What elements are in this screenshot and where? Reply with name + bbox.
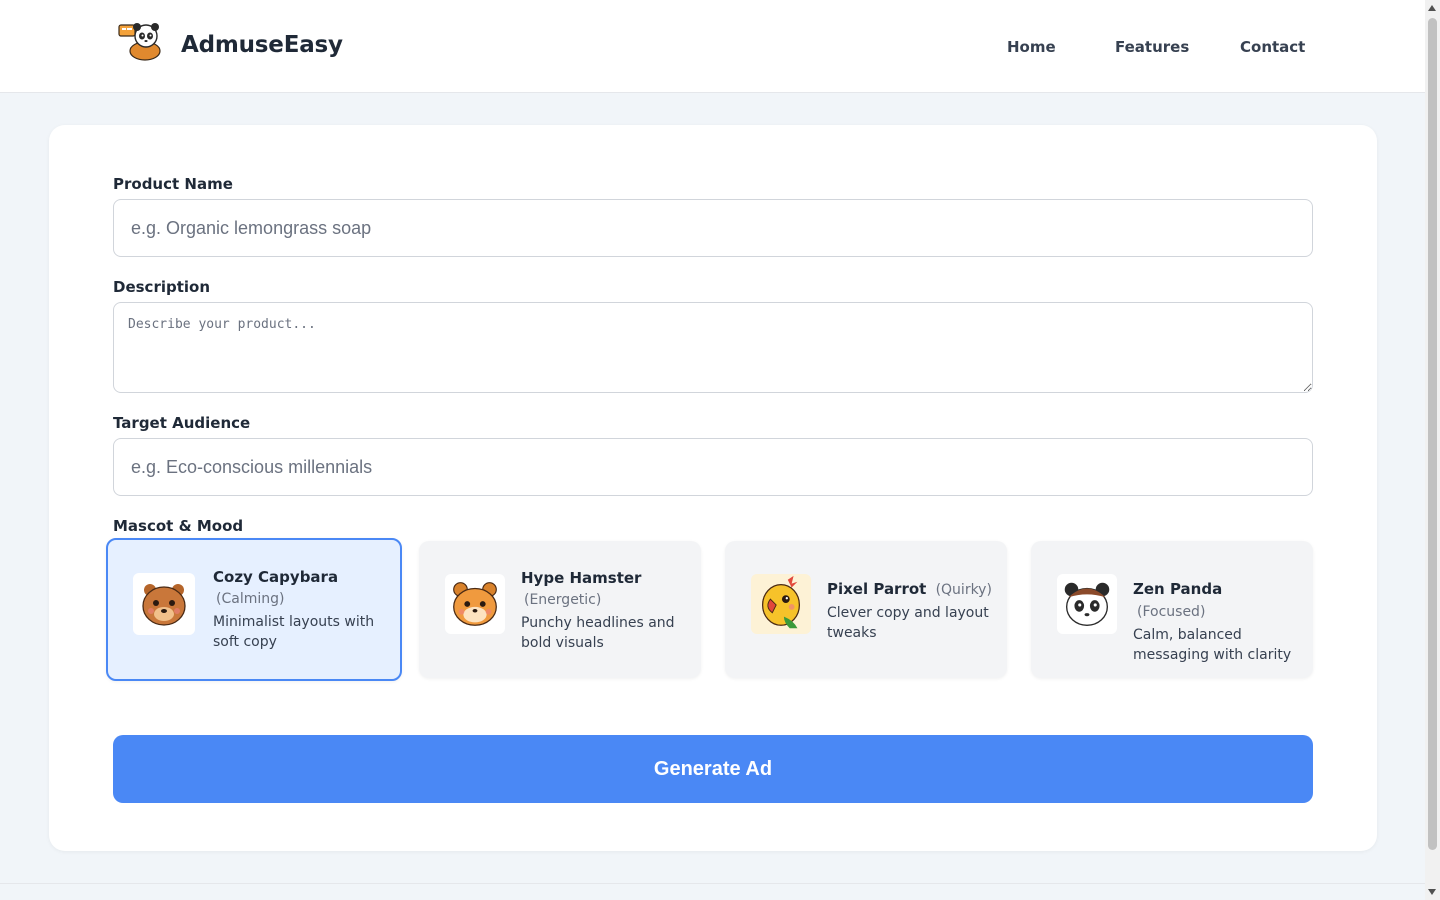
- description-textarea[interactable]: [113, 302, 1313, 393]
- mascot-mood: (Quirky): [935, 582, 992, 598]
- ad-generator-form-card: Product Name Description Target Audience…: [49, 125, 1377, 851]
- parrot-icon: [751, 574, 811, 634]
- mascot-info: Cozy Capybara (Calming) Minimalist layou…: [213, 566, 386, 652]
- mascot-name: Zen Panda: [1133, 580, 1223, 598]
- scroll-up-arrow-icon[interactable]: [1428, 5, 1436, 11]
- product-name-input[interactable]: [113, 199, 1313, 257]
- mascot-title-line: Zen Panda (Focused): [1133, 578, 1299, 623]
- footer-divider: [0, 883, 1425, 884]
- scroll-down-arrow-icon[interactable]: [1428, 889, 1436, 895]
- nav-contact-link[interactable]: Contact: [1240, 38, 1305, 56]
- mascot-description: Clever copy and layout tweaks: [827, 605, 989, 641]
- mascot-mood-label: Mascot & Mood: [113, 517, 244, 535]
- mascot-option-pixel-parrot[interactable]: Pixel Parrot (Quirky) Clever copy and la…: [725, 541, 1007, 678]
- product-name-label: Product Name: [113, 175, 233, 193]
- mascot-description: Minimalist layouts with soft copy: [213, 614, 375, 650]
- mascot-info: Pixel Parrot (Quirky) Clever copy and la…: [827, 578, 993, 643]
- mascot-name: Cozy Capybara: [213, 568, 339, 586]
- target-audience-label: Target Audience: [113, 414, 251, 432]
- nav-home-link[interactable]: Home: [1007, 38, 1056, 56]
- panda-icon: [1057, 574, 1117, 634]
- mascot-name: Pixel Parrot: [827, 580, 927, 598]
- mascot-description: Punchy headlines and bold visuals: [521, 615, 675, 651]
- nav-features-link[interactable]: Features: [1115, 38, 1189, 56]
- mascot-mood: (Calming): [216, 591, 285, 607]
- site-header: AdmuseEasy Home Features Contact: [0, 0, 1425, 93]
- scrollbar-thumb[interactable]: [1428, 18, 1437, 850]
- generate-ad-button[interactable]: Generate Ad: [113, 735, 1313, 803]
- description-label: Description: [113, 278, 211, 296]
- capybara-icon: [133, 573, 195, 635]
- brand-name[interactable]: AdmuseEasy: [181, 32, 343, 58]
- mascot-title-line: Pixel Parrot (Quirky): [827, 578, 993, 601]
- mascot-description: Calm, balanced messaging with clarity: [1133, 627, 1292, 663]
- mascot-option-zen-panda[interactable]: Zen Panda (Focused) Calm, balanced messa…: [1031, 541, 1313, 678]
- page-scrollbar[interactable]: [1425, 0, 1440, 900]
- mascot-info: Hype Hamster (Energetic) Punchy headline…: [521, 567, 687, 653]
- target-audience-input[interactable]: [113, 438, 1313, 496]
- mascot-mood: (Energetic): [524, 592, 602, 608]
- panda-mascot-logo-icon[interactable]: [118, 20, 164, 62]
- mascot-option-cozy-capybara[interactable]: Cozy Capybara (Calming) Minimalist layou…: [106, 538, 402, 681]
- mascot-mood: (Focused): [1137, 604, 1206, 620]
- hamster-icon: [445, 574, 505, 634]
- mascot-info: Zen Panda (Focused) Calm, balanced messa…: [1133, 578, 1299, 665]
- mascot-option-hype-hamster[interactable]: Hype Hamster (Energetic) Punchy headline…: [419, 541, 701, 678]
- mascot-name: Hype Hamster: [521, 569, 642, 587]
